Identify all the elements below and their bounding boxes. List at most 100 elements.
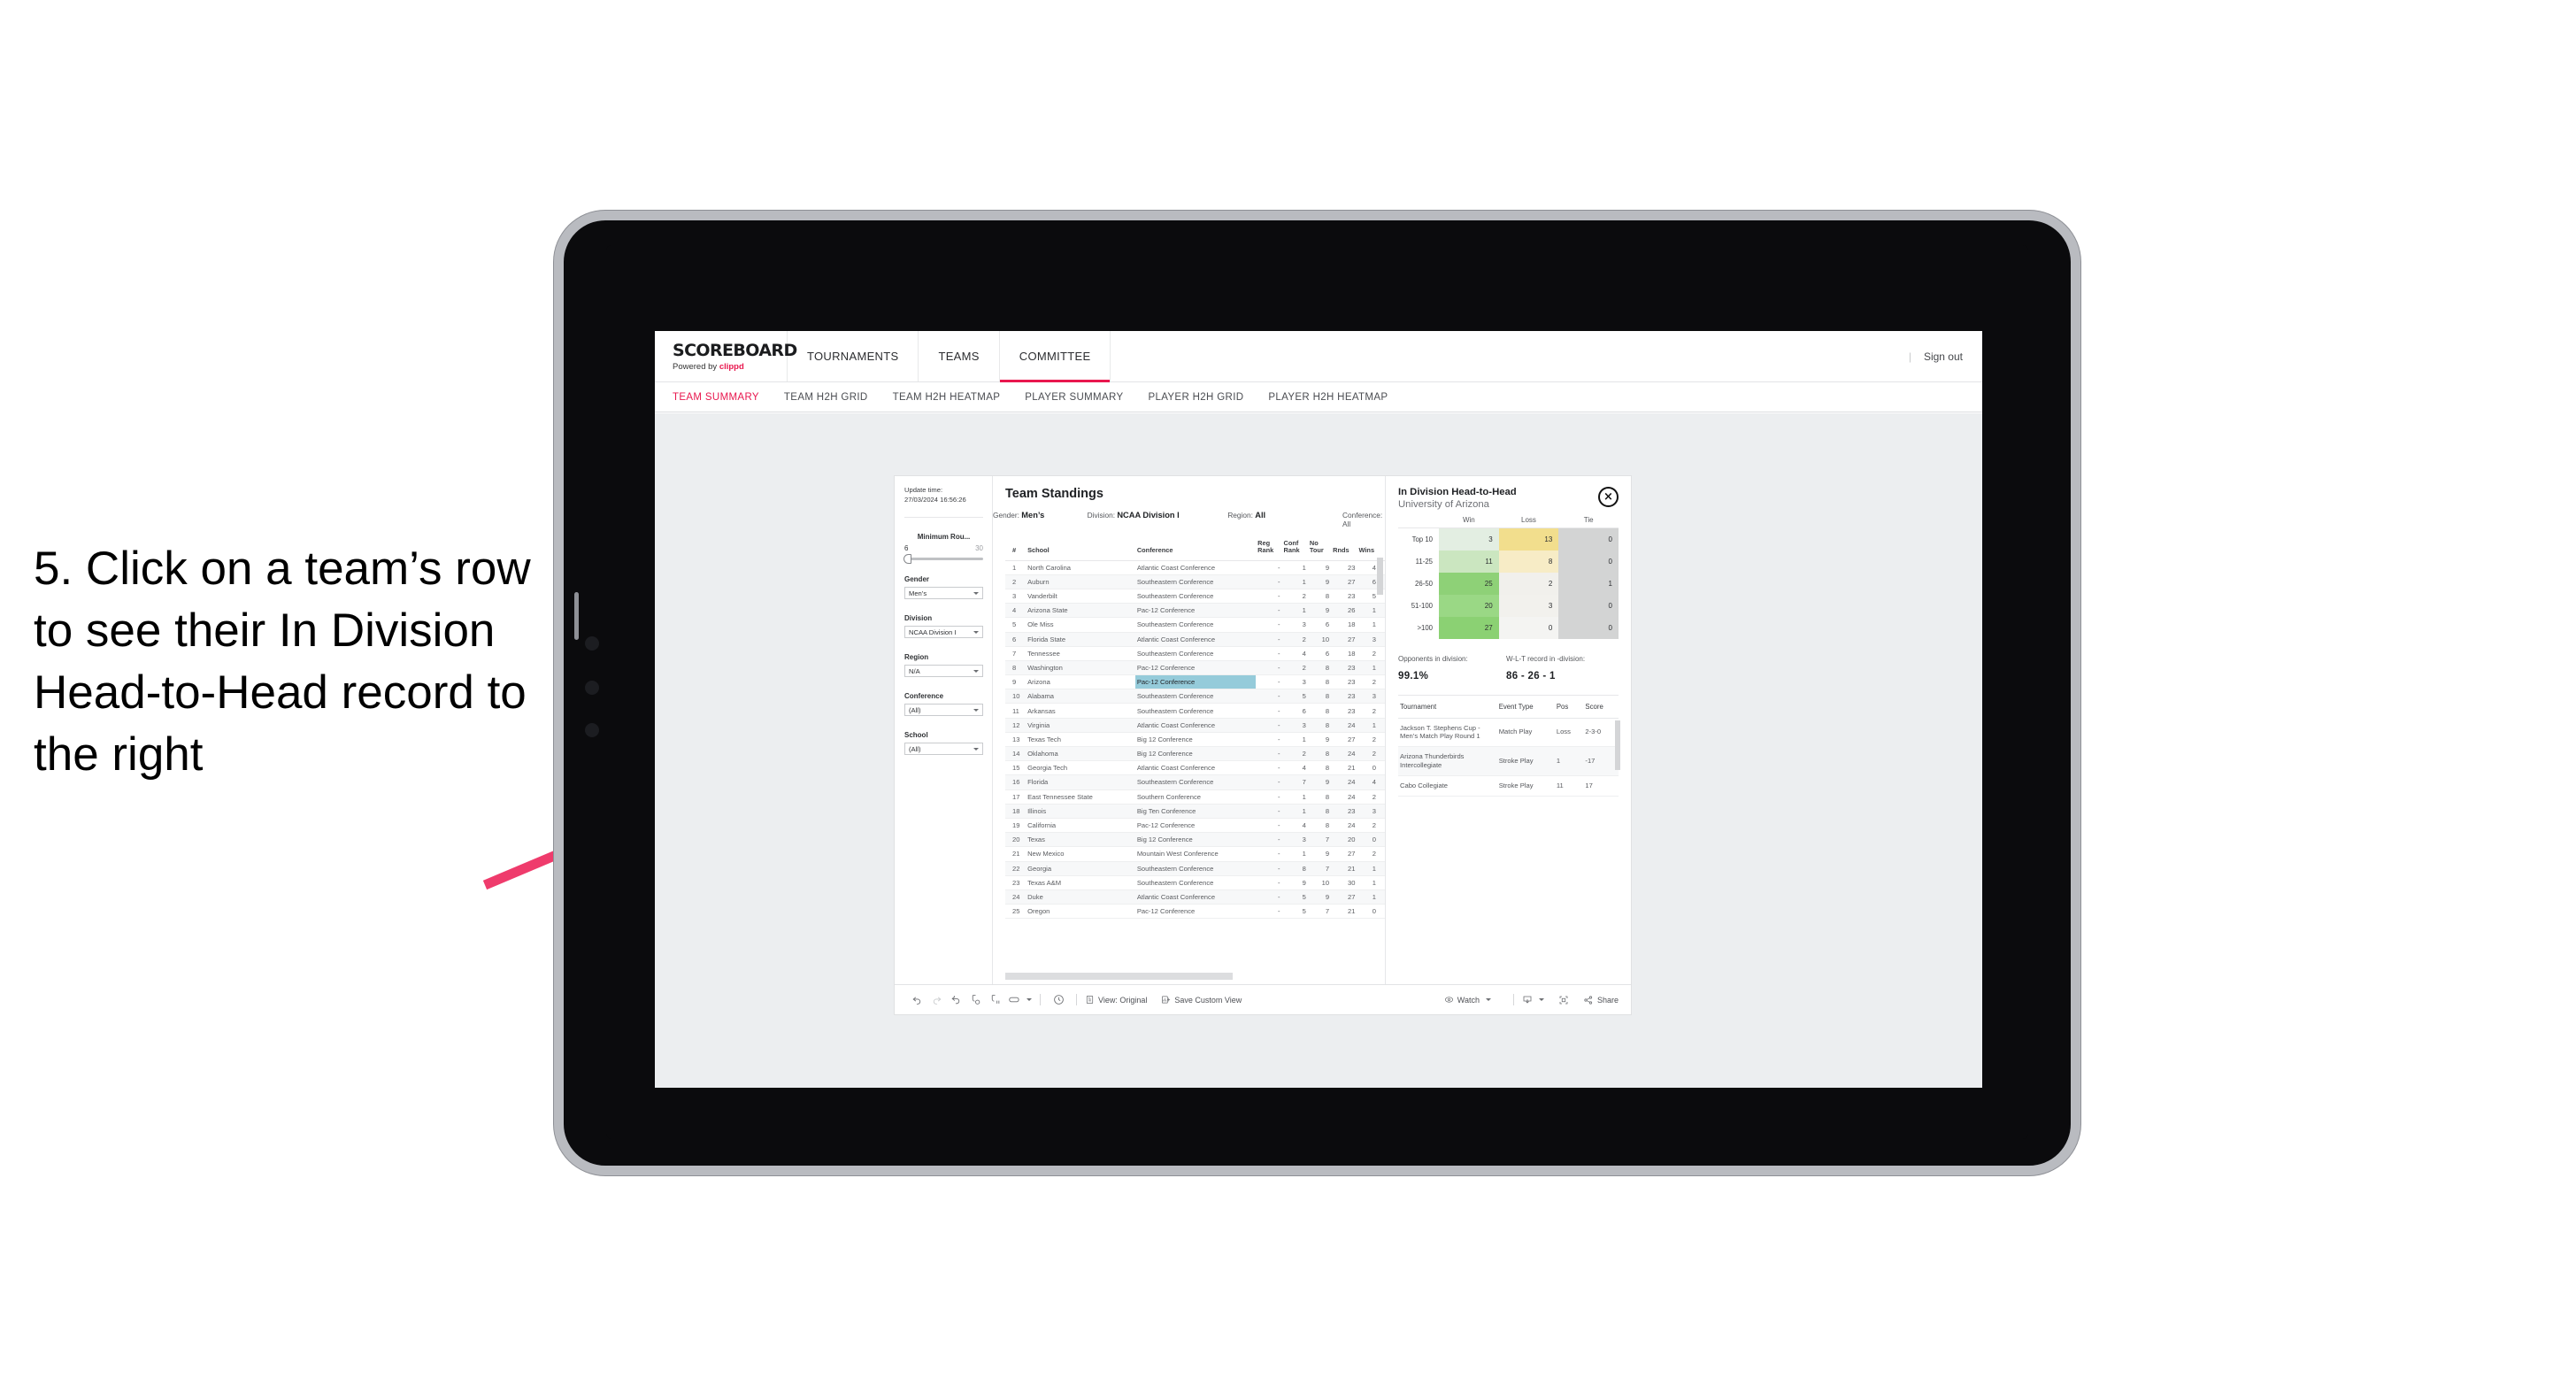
refresh-data-icon[interactable]	[965, 994, 985, 1005]
cell-wins[interactable]: 1	[1357, 617, 1385, 633]
cell-reg-rank[interactable]: -	[1256, 774, 1282, 790]
cell-no-tour[interactable]: 8	[1307, 660, 1332, 676]
cell-school[interactable]: Texas	[1026, 832, 1135, 848]
col-rank[interactable]: #	[1005, 538, 1027, 561]
h2h-cell[interactable]: 0	[1498, 616, 1559, 639]
cell-reg-rank[interactable]: -	[1256, 632, 1282, 647]
cell-conf[interactable]: Southeastern Conference	[1134, 589, 1257, 604]
events-vertical-scrollbar[interactable]	[1615, 720, 1620, 770]
cell-reg-rank[interactable]: -	[1256, 789, 1282, 805]
cell-wins[interactable]: 1	[1357, 889, 1385, 905]
table-row[interactable]: 22 Georgia Southeastern Conference -8 7 21 1	[1005, 861, 1385, 876]
cell-no-tour[interactable]: 9	[1307, 774, 1332, 790]
cell-rnds[interactable]: 23	[1331, 804, 1357, 819]
cell-wins[interactable]: 2	[1357, 789, 1385, 805]
col-no-tour[interactable]: No Tour	[1307, 538, 1332, 561]
cell-rank[interactable]: 19	[1005, 818, 1027, 834]
cell-rank[interactable]: 5	[1005, 617, 1027, 633]
cell-rank[interactable]: 15	[1005, 760, 1027, 776]
cell-conf-rank[interactable]: 2	[1281, 632, 1308, 647]
col-conference[interactable]: Conference	[1134, 538, 1257, 561]
school-select[interactable]: (All)	[904, 743, 983, 755]
cell-rank[interactable]: 17	[1005, 789, 1027, 805]
cell-conf-rank[interactable]: 5	[1281, 689, 1308, 705]
cell-conf[interactable]: Atlantic Coast Conference	[1134, 560, 1257, 575]
minimum-rounds-slider[interactable]	[904, 554, 983, 564]
horizontal-scrollbar-track[interactable]	[1005, 972, 1373, 982]
table-row[interactable]: 24 Duke Atlantic Coast Conference -5 9 27 1	[1005, 889, 1385, 905]
h2h-cell[interactable]: 20	[1439, 594, 1499, 617]
h2h-cell[interactable]: 27	[1439, 616, 1499, 639]
tab-team-summary[interactable]: TEAM SUMMARY	[673, 392, 759, 403]
cell-reg-rank[interactable]: -	[1256, 560, 1282, 575]
cell-wins[interactable]: 1	[1357, 861, 1385, 876]
h2h-cell[interactable]: 3	[1439, 527, 1499, 551]
nav-item-teams[interactable]: TEAMS	[919, 331, 1000, 381]
cell-reg-rank[interactable]: -	[1256, 689, 1282, 705]
division-select[interactable]: NCAA Division I	[904, 626, 983, 638]
cell-conf-rank[interactable]: 1	[1281, 789, 1308, 805]
cell-rank[interactable]: 9	[1005, 674, 1027, 690]
cell-conf[interactable]: Southern Conference	[1134, 789, 1257, 805]
cell-school[interactable]: Texas A&M	[1026, 875, 1135, 890]
cell-conf-rank[interactable]: 6	[1281, 703, 1308, 719]
cell-no-tour[interactable]: 7	[1307, 904, 1332, 920]
cell-no-tour[interactable]: 8	[1307, 804, 1332, 819]
cell-conf-rank[interactable]: 2	[1281, 660, 1308, 676]
cell-conf-rank[interactable]: 1	[1281, 603, 1308, 619]
cell-no-tour[interactable]: 9	[1307, 846, 1332, 862]
cell-conf[interactable]: Big 12 Conference	[1134, 746, 1257, 762]
col-pos[interactable]: Pos	[1554, 695, 1584, 719]
cell-rank[interactable]: 10	[1005, 689, 1027, 705]
table-row[interactable]: 21 New Mexico Mountain West Conference -1 9 2…	[1005, 846, 1385, 862]
tab-player-h2h-grid[interactable]: PLAYER H2H GRID	[1148, 392, 1243, 403]
cell-no-tour[interactable]: 9	[1307, 560, 1332, 575]
cell-wins[interactable]: 4	[1357, 774, 1385, 790]
cell-conf[interactable]: Pac-12 Conference	[1134, 904, 1257, 920]
list-item[interactable]: Arizona Thunderbirds Intercollegiate Stro…	[1398, 746, 1619, 776]
cell-conf[interactable]: Big Ten Conference	[1134, 804, 1257, 819]
cell-reg-rank[interactable]: -	[1256, 832, 1282, 848]
cell-reg-rank[interactable]: -	[1256, 703, 1282, 719]
cell-rnds[interactable]: 24	[1331, 746, 1357, 762]
cell-conf-rank[interactable]: 3	[1281, 718, 1308, 733]
cell-rnds[interactable]: 27	[1331, 732, 1357, 748]
h2h-cell[interactable]: 1	[1558, 572, 1619, 595]
cell-school[interactable]: Florida	[1026, 774, 1135, 790]
h2h-cell[interactable]: 3	[1498, 594, 1559, 617]
cell-reg-rank[interactable]: -	[1256, 904, 1282, 920]
cell-conf-rank[interactable]: 9	[1281, 875, 1308, 890]
cell-conf-rank[interactable]: 4	[1281, 646, 1308, 661]
nav-item-committee[interactable]: COMMITTEE	[999, 331, 1111, 382]
table-row[interactable]: 23 Texas A&M Southeastern Conference -9 10 30…	[1005, 875, 1385, 890]
cell-reg-rank[interactable]: -	[1256, 818, 1282, 834]
cell-conf[interactable]: Pac-12 Conference	[1134, 603, 1257, 619]
cell-conf-rank[interactable]: 3	[1281, 617, 1308, 633]
h2h-cell[interactable]: 13	[1498, 527, 1559, 551]
table-row[interactable]: 4 Arizona State Pac-12 Conference -1 9 26 1	[1005, 603, 1385, 619]
cell-no-tour[interactable]: 9	[1307, 732, 1332, 748]
cell-rnds[interactable]: 21	[1331, 904, 1357, 920]
cell-school[interactable]: Illinois	[1026, 804, 1135, 819]
cell-no-tour[interactable]: 8	[1307, 746, 1332, 762]
cell-reg-rank[interactable]: -	[1256, 760, 1282, 776]
cell-wins[interactable]: 2	[1357, 746, 1385, 762]
cell-school[interactable]: Washington	[1026, 660, 1135, 676]
cell-rnds[interactable]: 24	[1331, 789, 1357, 805]
revert-icon[interactable]	[946, 994, 965, 1005]
cell-reg-rank[interactable]: -	[1256, 589, 1282, 604]
table-row[interactable]: 18 Illinois Big Ten Conference -1 8 23 3	[1005, 804, 1385, 819]
cell-wins[interactable]: 2	[1357, 732, 1385, 748]
cell-school[interactable]: Tennessee	[1026, 646, 1135, 661]
cell-rnds[interactable]: 27	[1331, 846, 1357, 862]
cell-conf[interactable]: Atlantic Coast Conference	[1134, 760, 1257, 776]
cell-school[interactable]: New Mexico	[1026, 846, 1135, 862]
cell-no-tour[interactable]: 8	[1307, 689, 1332, 705]
cell-conf-rank[interactable]: 4	[1281, 818, 1308, 834]
table-row[interactable]: 1 North Carolina Atlantic Coast Conference…	[1005, 560, 1385, 575]
cell-conf[interactable]: Pac-12 Conference	[1134, 674, 1257, 690]
cell-school[interactable]: Oklahoma	[1026, 746, 1135, 762]
table-row[interactable]: 19 California Pac-12 Conference -4 8 24 2	[1005, 818, 1385, 834]
cell-wins[interactable]: 3	[1357, 632, 1385, 647]
cell-wins[interactable]: 2	[1357, 646, 1385, 661]
